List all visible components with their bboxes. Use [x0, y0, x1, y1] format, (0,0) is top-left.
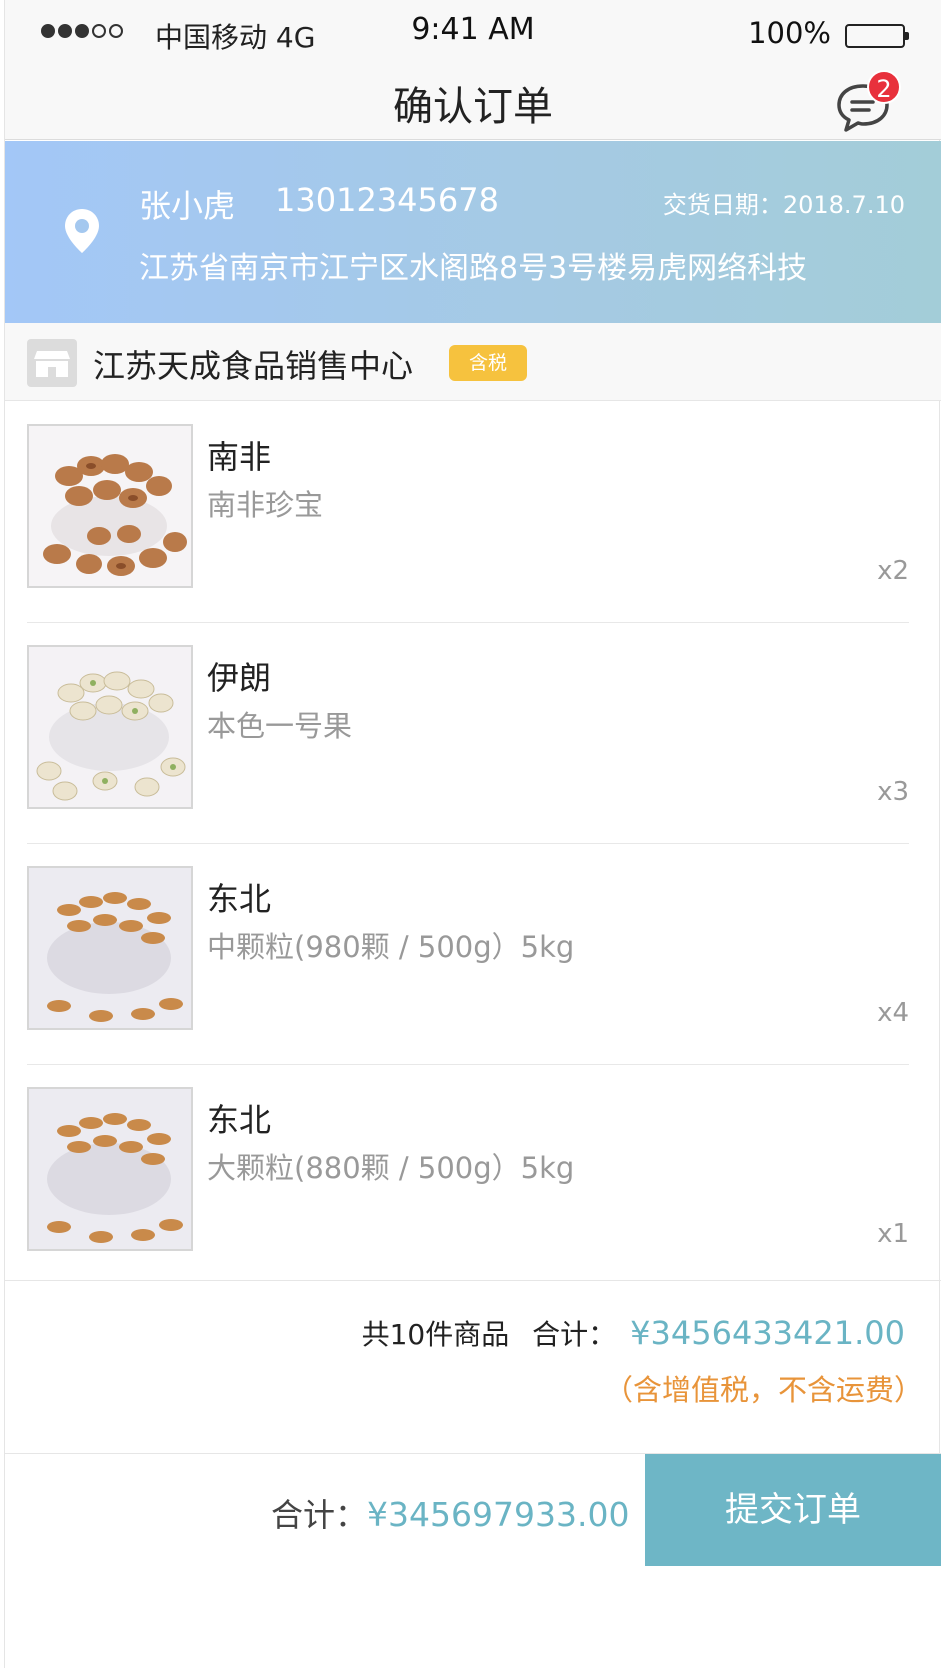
item-quantity: x2: [877, 556, 909, 586]
nav-bar: 确认订单 2: [5, 62, 941, 140]
recipient-phone: 13012345678: [275, 181, 499, 219]
item-spec: 中颗粒(980颗 / 500g）5kg: [207, 930, 575, 964]
message-button[interactable]: 2: [833, 70, 903, 134]
subtotal-price: ¥3456433421.00: [630, 1314, 905, 1352]
item-name: 东北: [207, 880, 272, 918]
subtotal-label: 合计：: [532, 1318, 617, 1351]
store-icon: [27, 339, 77, 387]
battery-percent: 100%: [748, 16, 831, 50]
item-spec: 大颗粒(880颗 / 500g）5kg: [207, 1151, 575, 1185]
footer-total: 合计：¥345697933.00: [271, 1490, 629, 1536]
delivery-address-card[interactable]: 张小虎 13012345678 交货日期：2018.7.10 江苏省南京市江宁区…: [5, 141, 941, 323]
footer-total-price: ¥345697933.00: [367, 1495, 630, 1534]
item-name: 东北: [207, 1101, 272, 1139]
recipient-name: 张小虎: [139, 187, 236, 225]
item-name: 南非: [207, 438, 272, 476]
order-item-list: 南非 南非珍宝 x2 伊朗 本色一号果 x3 东北 中颗粒(980颗 / 500…: [5, 402, 941, 1286]
location-pin-icon: [65, 209, 99, 253]
order-item[interactable]: 伊朗 本色一号果 x3: [27, 623, 909, 844]
item-quantity: x3: [877, 777, 909, 807]
summary-line: 共10件商品 合计： ¥3456433421.00: [362, 1313, 905, 1353]
nut-bowl-image: [27, 1087, 193, 1251]
item-quantity: x4: [877, 998, 909, 1028]
address-detail: 江苏省南京市江宁区水阁路8号3号楼易虎网络科技: [139, 251, 808, 286]
order-item[interactable]: 南非 南非珍宝 x2: [27, 402, 909, 623]
footer-total-label: 合计：: [271, 1496, 368, 1534]
nut-bowl-image: [27, 424, 193, 588]
delivery-date: 交货日期：2018.7.10: [662, 191, 905, 219]
order-item[interactable]: 东北 大颗粒(880颗 / 500g）5kg x1: [27, 1065, 909, 1286]
page-title: 确认订单: [393, 84, 553, 130]
item-spec: 南非珍宝: [207, 488, 324, 522]
tax-note: （含增值税，不含运费）: [603, 1373, 923, 1407]
item-name: 伊朗: [207, 659, 272, 697]
order-confirm-screen: 中国移动 4G 9:41 AM 100% 确认订单 2 张小虎 13012345…: [4, 0, 941, 1668]
item-spec: 本色一号果: [207, 709, 353, 743]
shop-name: 江苏天成食品销售中心: [93, 347, 414, 385]
message-count-badge: 2: [867, 70, 901, 104]
nut-bowl-image: [27, 645, 193, 809]
status-bar: 中国移动 4G 9:41 AM 100%: [5, 0, 941, 62]
checkout-bar: 合计：¥345697933.00 提交订单: [5, 1454, 941, 1668]
battery-icon: [845, 24, 909, 48]
item-count-label: 共10件商品: [361, 1318, 510, 1351]
tax-included-badge: 含税: [449, 345, 527, 381]
order-summary: 共10件商品 合计： ¥3456433421.00 （含增值税，不含运费）: [5, 1280, 941, 1454]
shop-header: 江苏天成食品销售中心 含税: [5, 323, 941, 401]
submit-order-button[interactable]: 提交订单: [645, 1454, 941, 1566]
order-item[interactable]: 东北 中颗粒(980颗 / 500g）5kg x4: [27, 844, 909, 1065]
item-quantity: x1: [877, 1219, 909, 1249]
nut-bowl-image: [27, 866, 193, 1030]
